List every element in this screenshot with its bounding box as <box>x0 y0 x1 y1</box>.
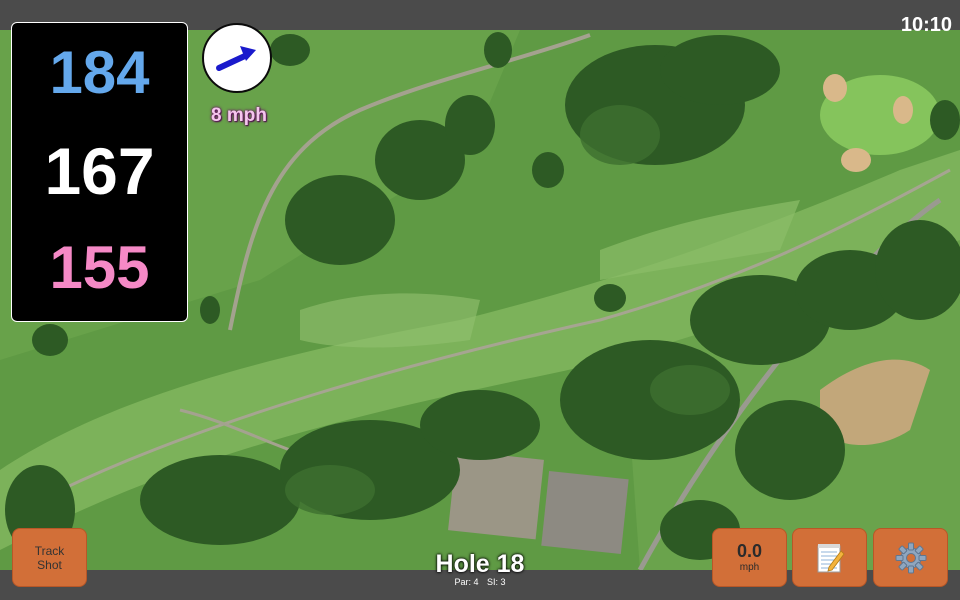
wind-arrow-icon <box>216 46 256 71</box>
notepad-icon <box>817 543 845 572</box>
hole-par: Par: 4 <box>454 577 479 587</box>
wind-speed-value: 0.0 <box>736 540 763 561</box>
hole-stroke-index: SI: 3 <box>487 577 506 587</box>
hole-info: Par: 4 SI: 3 <box>380 577 580 588</box>
hole-title: Hole 18 <box>435 550 525 578</box>
notes-button[interactable] <box>792 528 867 587</box>
track-shot-button[interactable]: Track Shot <box>12 528 87 587</box>
wind-speed-button[interactable]: 0.0 mph <box>712 528 787 587</box>
status-clock: 10:10 <box>900 14 952 36</box>
wind-speed-unit: mph <box>739 561 760 573</box>
center-distance: 167 <box>44 134 155 208</box>
back-distance: 184 <box>49 39 150 106</box>
distance-panel: 184 167 155 <box>11 22 188 322</box>
wind-direction-indicator <box>202 23 272 93</box>
settings-button[interactable] <box>873 528 948 587</box>
gear-icon <box>895 542 926 573</box>
wind-speed-label: 8 mph <box>211 105 267 126</box>
front-distance: 155 <box>49 234 150 301</box>
track-shot-label: Track Shot <box>34 543 65 572</box>
